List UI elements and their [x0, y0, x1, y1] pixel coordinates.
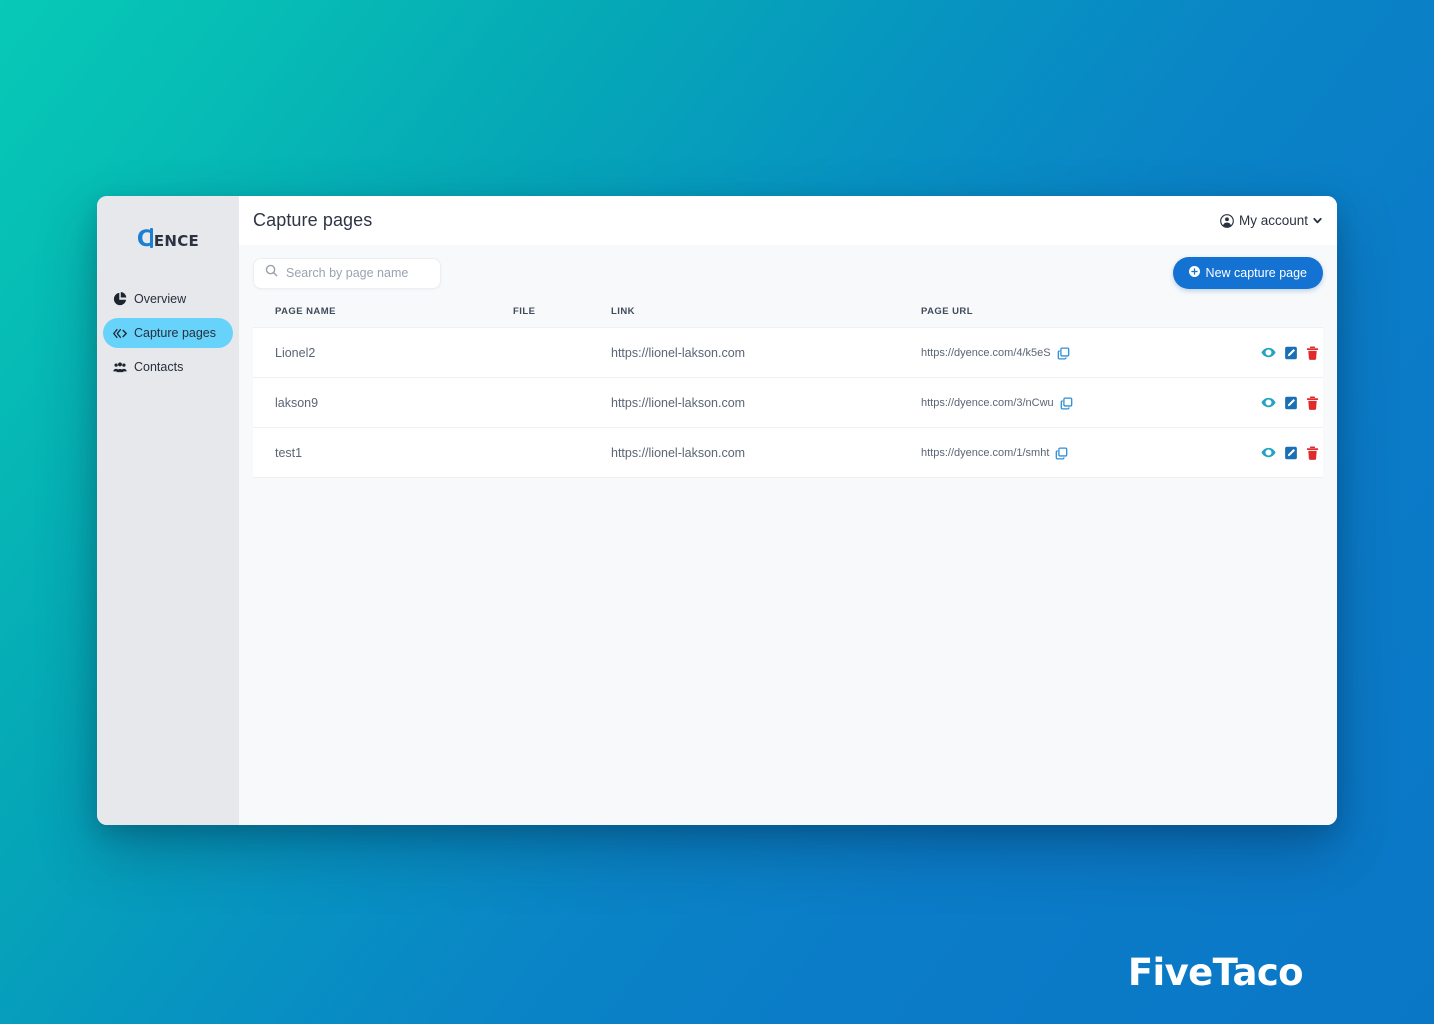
brand-logo-bar	[149, 227, 153, 248]
column-header-link: LINK	[611, 300, 921, 328]
plus-circle-icon	[1188, 266, 1200, 280]
topbar: Capture pages My account	[239, 196, 1337, 245]
sidebar: C ENCE Overview Capture pages Contacts	[97, 196, 239, 825]
cell-file	[513, 327, 611, 378]
column-header-page-name: PAGE NAME	[253, 300, 513, 328]
page-url-text: https://dyence.com/4/k5eS	[921, 347, 1051, 360]
table-body: Lionel2 https://lionel-lakson.com https:…	[253, 327, 1323, 478]
copy-icon[interactable]	[1055, 447, 1068, 460]
search-input[interactable]	[286, 266, 429, 280]
table-row[interactable]: Lionel2 https://lionel-lakson.com https:…	[253, 327, 1323, 378]
sidebar-item-contacts[interactable]: Contacts	[103, 352, 233, 382]
column-header-file: FILE	[513, 300, 611, 328]
cell-actions	[1261, 327, 1323, 378]
cell-page-url: https://dyence.com/1/smht	[921, 427, 1261, 478]
capture-pages-table-wrap: PAGE NAME FILE LINK PAGE URL Lionel2 htt…	[239, 300, 1337, 478]
chevron-down-icon	[1312, 215, 1323, 226]
account-label: My account	[1238, 213, 1308, 228]
table-header-row: PAGE NAME FILE LINK PAGE URL	[253, 300, 1323, 328]
cell-page-url: https://dyence.com/3/nCwu	[921, 377, 1261, 428]
cell-file	[513, 427, 611, 478]
view-icon[interactable]	[1261, 345, 1276, 360]
page-url-text: https://dyence.com/1/smht	[921, 447, 1050, 460]
new-capture-page-label: New capture page	[1205, 266, 1307, 280]
sidebar-nav: Overview Capture pages Contacts	[97, 284, 239, 382]
new-capture-page-button[interactable]: New capture page	[1172, 257, 1323, 289]
sidebar-item-label-overview: Overview	[134, 292, 187, 306]
table-row[interactable]: test1 https://lionel-lakson.com https://…	[253, 427, 1323, 478]
cell-page-name: Lionel2	[253, 327, 513, 378]
app-window: C ENCE Overview Capture pages Contacts C…	[97, 196, 1337, 825]
delete-icon[interactable]	[1306, 446, 1319, 460]
capture-pages-table: PAGE NAME FILE LINK PAGE URL Lionel2 htt…	[253, 300, 1323, 478]
cell-page-name: test1	[253, 427, 513, 478]
copy-icon[interactable]	[1057, 347, 1070, 360]
delete-icon[interactable]	[1306, 346, 1319, 360]
search-icon	[265, 264, 278, 282]
cell-file	[513, 377, 611, 428]
cell-link: https://lionel-lakson.com	[611, 427, 921, 478]
sidebar-item-overview[interactable]: Overview	[103, 284, 233, 314]
edit-icon[interactable]	[1284, 446, 1298, 460]
brand-logo-rest: ENCE	[153, 231, 200, 250]
view-icon[interactable]	[1261, 445, 1276, 460]
table-row[interactable]: lakson9 https://lionel-lakson.com https:…	[253, 377, 1323, 428]
user-circle-icon	[1220, 213, 1234, 228]
page-title: Capture pages	[253, 210, 373, 230]
brand-logo: C ENCE	[97, 212, 239, 264]
sidebar-item-capture-pages[interactable]: Capture pages	[103, 318, 233, 348]
cell-actions	[1261, 377, 1323, 428]
column-header-actions	[1261, 300, 1323, 328]
page-url-text: https://dyence.com/3/nCwu	[921, 397, 1054, 410]
sidebar-item-label-capture-pages: Capture pages	[134, 326, 217, 340]
cell-actions	[1261, 427, 1323, 478]
view-icon[interactable]	[1261, 395, 1276, 410]
column-header-page-url: PAGE URL	[921, 300, 1261, 328]
search-box[interactable]	[253, 257, 441, 289]
cell-page-url: https://dyence.com/4/k5eS	[921, 327, 1261, 378]
main-content: Capture pages My account Search by page …	[239, 196, 1337, 825]
copy-icon[interactable]	[1060, 397, 1073, 410]
pie-chart-icon	[113, 292, 127, 306]
cell-link: https://lionel-lakson.com	[611, 327, 921, 378]
edit-icon[interactable]	[1284, 346, 1298, 360]
cell-page-name: lakson9	[253, 377, 513, 428]
cell-link: https://lionel-lakson.com	[611, 377, 921, 428]
delete-icon[interactable]	[1306, 396, 1319, 410]
fivetaco-watermark: FiveTaco	[1127, 951, 1304, 994]
sidebar-item-label-contacts: Contacts	[134, 360, 184, 374]
toolbar: New capture page	[239, 245, 1337, 300]
table-head: PAGE NAME FILE LINK PAGE URL	[253, 300, 1323, 328]
code-icon	[113, 326, 127, 340]
users-group-icon	[113, 360, 127, 374]
edit-icon[interactable]	[1284, 396, 1298, 410]
account-menu[interactable]: My account	[1220, 213, 1323, 228]
